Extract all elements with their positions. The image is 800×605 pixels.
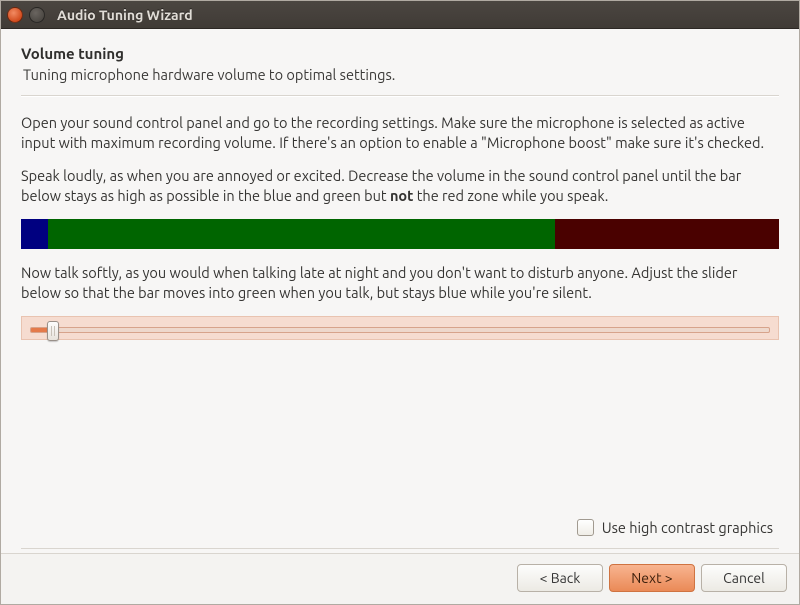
cancel-button[interactable]: Cancel [701,564,787,592]
divider [21,95,779,97]
para2-bold: not [390,187,413,204]
footer-buttons: < Back Next > Cancel [1,553,799,604]
meter-green-zone [48,219,556,249]
footer-divider [21,548,779,549]
instructions-paragraph-3: Now talk softly, as you would when talki… [21,263,779,302]
high-contrast-label: Use high contrast graphics [602,519,773,536]
back-button[interactable]: < Back [517,564,603,592]
page-title: Volume tuning [21,45,779,62]
volume-meter [21,219,779,249]
instructions-paragraph-1: Open your sound control panel and go to … [21,113,779,152]
slider-track[interactable] [30,327,770,333]
high-contrast-row[interactable]: Use high contrast graphics [21,519,779,548]
meter-red-zone [555,219,779,249]
sensitivity-slider[interactable] [21,316,779,340]
para2-pre: Speak loudly, as when you are annoyed or… [21,167,741,204]
window-title: Audio Tuning Wizard [57,7,193,23]
next-button[interactable]: Next > [609,564,695,592]
minimize-icon[interactable] [29,7,45,23]
page-subtitle: Tuning microphone hardware volume to opt… [23,66,779,83]
slider-thumb[interactable] [47,321,59,341]
para2-post: the red zone while you speak. [413,187,608,204]
close-icon[interactable] [7,7,23,23]
content-area: Volume tuning Tuning microphone hardware… [1,29,799,553]
titlebar[interactable]: Audio Tuning Wizard [1,1,799,29]
instructions-paragraph-2: Speak loudly, as when you are annoyed or… [21,166,779,205]
meter-blue-zone [21,219,48,249]
high-contrast-checkbox[interactable] [577,519,594,536]
audio-tuning-wizard-window: Audio Tuning Wizard Volume tuning Tuning… [0,0,800,605]
